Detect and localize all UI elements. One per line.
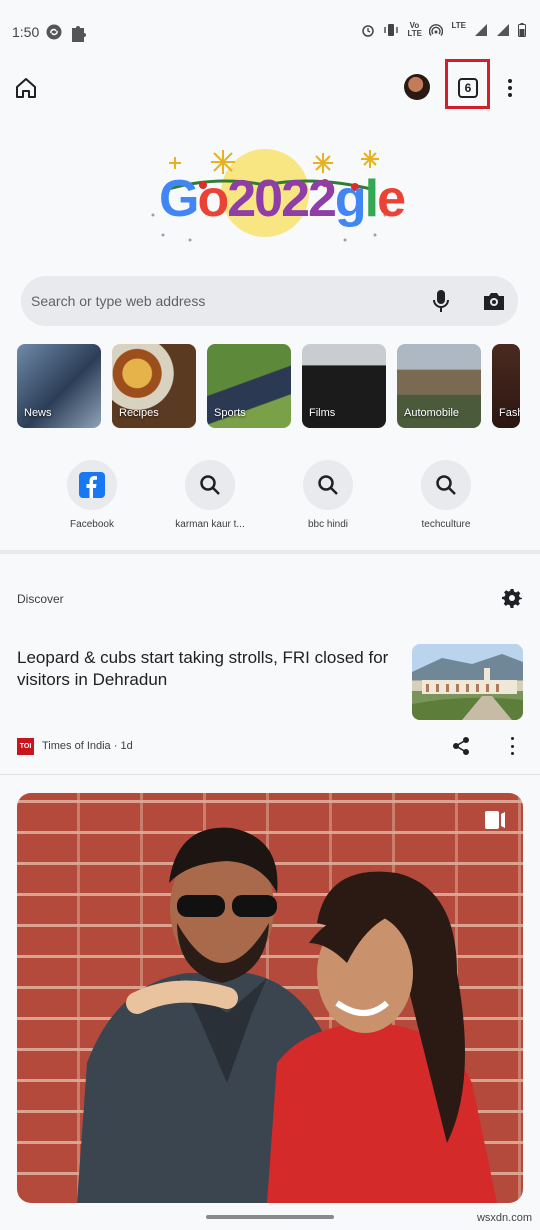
shortcut-label: techculture <box>421 519 471 530</box>
status-left-icons <box>46 24 86 42</box>
status-bar: 1:50 Vo LTE LTE <box>0 0 540 66</box>
signal-icon-2 <box>497 24 509 36</box>
doodle-wordmark: Go2022gle <box>159 170 406 228</box>
article-thumbnail[interactable] <box>412 644 523 720</box>
topic-films[interactable]: Films <box>302 344 386 428</box>
article-thumbnail-image <box>412 654 523 720</box>
vibrate-icon <box>384 24 399 36</box>
puzzle-icon <box>72 26 86 42</box>
lens-camera-icon[interactable] <box>482 291 506 311</box>
network-type: LTE <box>451 21 466 30</box>
watermark: wsxdn.com <box>476 1212 532 1224</box>
volte-indicator: Vo LTE <box>407 21 422 38</box>
section-divider <box>0 550 540 554</box>
search-icon <box>318 475 338 495</box>
topic-label: Recipes <box>119 407 159 419</box>
topic-label: Fash <box>499 407 520 419</box>
alarm-icon <box>362 25 375 37</box>
shortcut-icon-circle <box>421 460 471 510</box>
discover-heading: Discover <box>17 592 64 606</box>
facebook-icon <box>79 472 105 498</box>
overflow-menu-button[interactable] <box>503 76 517 100</box>
photo-person-woman <box>267 871 497 1203</box>
shortcut-label: bbc hindi <box>307 519 349 530</box>
status-time: 1:50 <box>12 24 40 40</box>
card-divider <box>0 774 540 775</box>
shortcut-facebook[interactable]: Facebook <box>42 460 142 530</box>
shazam-icon <box>46 24 62 40</box>
battery-icon <box>518 23 526 37</box>
topic-label: Automobile <box>404 407 460 419</box>
story-photo-card[interactable] <box>17 793 523 1203</box>
search-box[interactable]: Search or type web address <box>21 276 518 326</box>
topic-recipes[interactable]: Recipes <box>112 344 196 428</box>
shortcut-icon-circle <box>185 460 235 510</box>
topic-fashion[interactable]: Fash <box>492 344 520 428</box>
topic-label: News <box>24 407 52 419</box>
tab-switcher-button[interactable]: 6 <box>458 78 478 98</box>
avatar[interactable] <box>404 74 430 100</box>
gear-icon[interactable] <box>502 588 522 608</box>
gesture-nav-bar[interactable] <box>206 1215 334 1219</box>
shortcut-tiles: Facebook karman kaur t... bbc hindi tech… <box>40 460 520 540</box>
shortcut-techculture[interactable]: techculture <box>396 460 496 530</box>
shortcut-label: karman kaur t... <box>175 519 245 530</box>
article-title[interactable]: Leopard & cubs start taking strolls, FRI… <box>17 647 397 691</box>
hotspot-icon <box>429 24 444 36</box>
source-logo: TOI <box>17 738 34 755</box>
topic-carousel: News Recipes Sports Films Automobile Fas… <box>17 344 520 428</box>
video-icon <box>485 811 505 829</box>
shortcut-label: Facebook <box>70 519 114 530</box>
google-doodle[interactable]: Go2022gle <box>145 145 406 245</box>
shortcut-icon-circle <box>67 460 117 510</box>
status-icons: Vo LTE LTE <box>361 22 526 38</box>
topic-label: Sports <box>214 407 246 419</box>
topic-sports[interactable]: Sports <box>207 344 291 428</box>
search-icon <box>200 475 220 495</box>
search-icon <box>436 475 456 495</box>
mic-icon[interactable] <box>432 289 450 313</box>
search-input[interactable]: Search or type web address <box>31 293 205 309</box>
topic-label: Films <box>309 407 336 419</box>
article-overflow-menu[interactable] <box>509 737 515 755</box>
shortcut-bbc-hindi[interactable]: bbc hindi <box>278 460 378 530</box>
topic-news[interactable]: News <box>17 344 101 428</box>
shortcut-icon-circle <box>303 460 353 510</box>
signal-icon <box>475 24 487 36</box>
article-source: Times of India · 1d <box>42 740 133 752</box>
home-icon[interactable] <box>14 76 38 100</box>
share-icon[interactable] <box>452 736 470 756</box>
shortcut-karman[interactable]: karman kaur t... <box>160 460 260 530</box>
topic-automobile[interactable]: Automobile <box>397 344 481 428</box>
